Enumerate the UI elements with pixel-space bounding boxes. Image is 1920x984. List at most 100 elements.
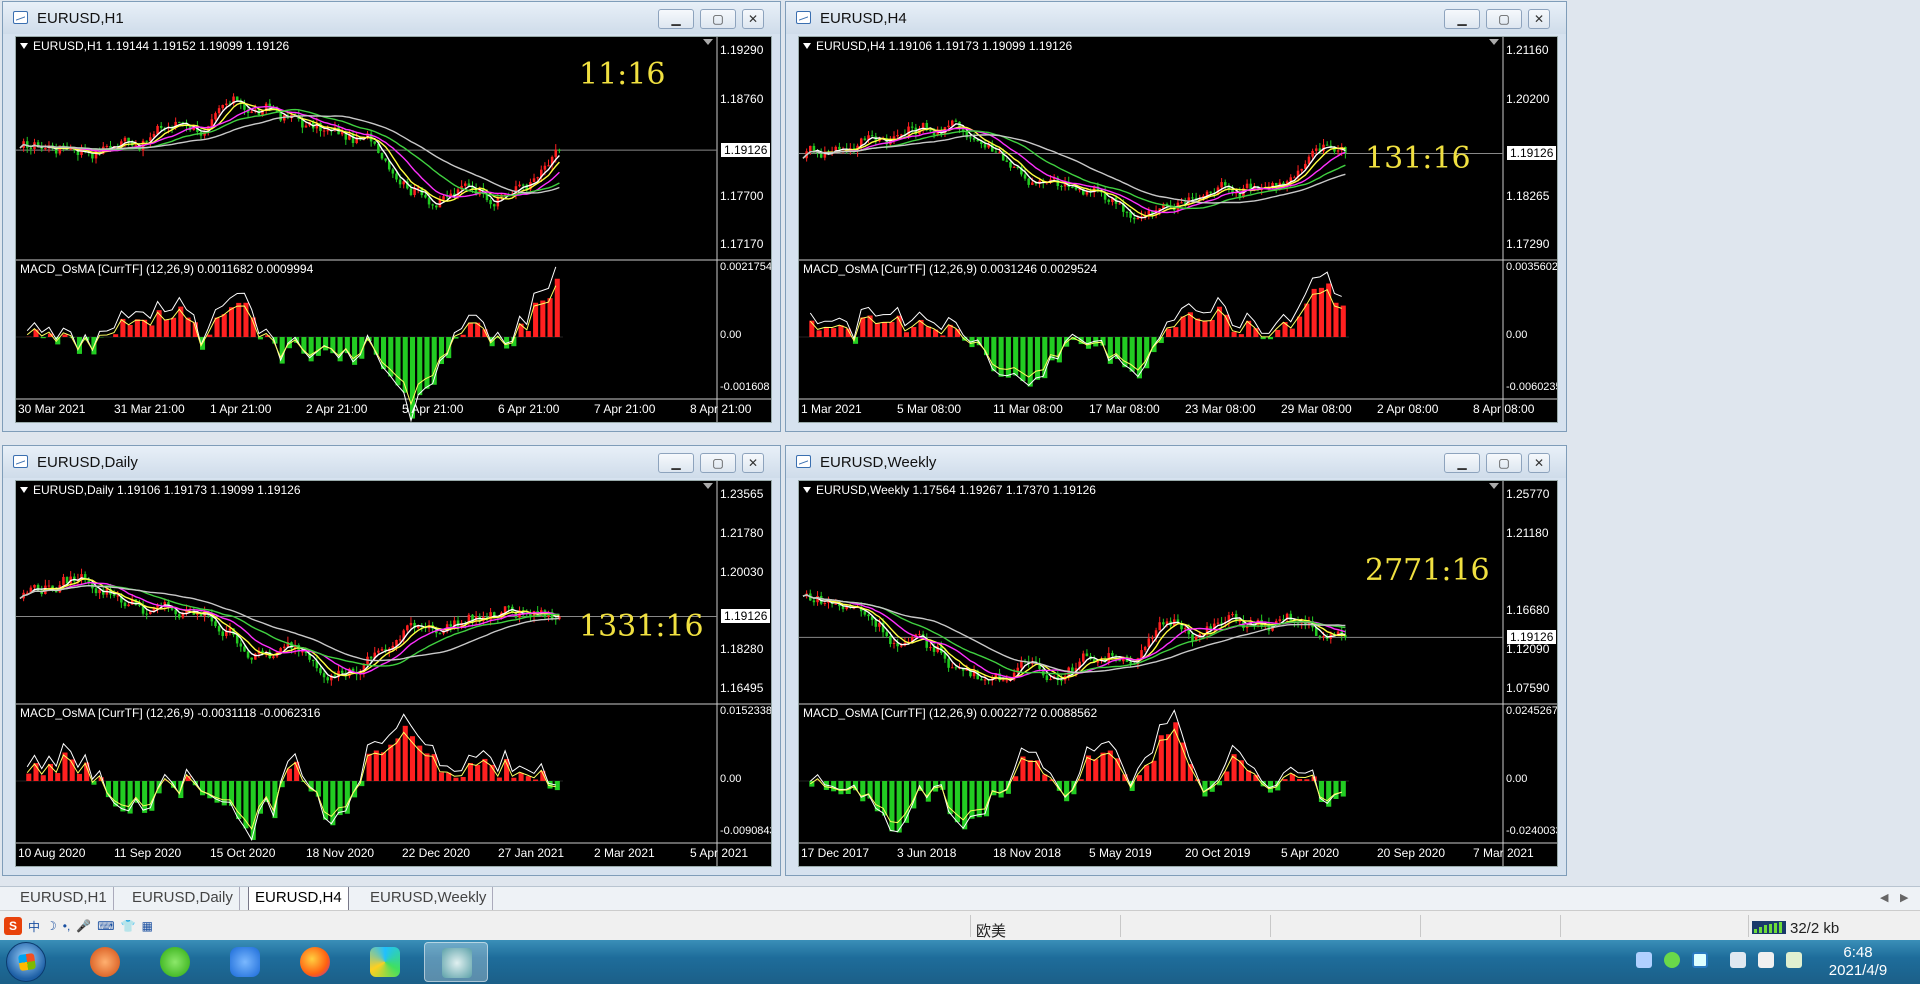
- macd-histogram-bar: [467, 762, 473, 781]
- dropdown-triangle-icon[interactable]: [803, 43, 811, 49]
- close-button[interactable]: ✕: [742, 9, 764, 29]
- macd-histogram-bar: [496, 777, 502, 781]
- taskbar-app-1[interactable]: [76, 942, 134, 982]
- price-axis-label: 1.25770: [1506, 487, 1550, 501]
- tab-scroll-right-icon[interactable]: ▶: [1900, 891, 1908, 904]
- tab-eurusd-h4[interactable]: EURUSD,H4: [248, 887, 349, 911]
- chart-area[interactable]: EURUSD,H1 1.19144 1.19152 1.19099 1.1912…: [15, 36, 772, 423]
- sogou-logo-icon[interactable]: S: [4, 917, 22, 935]
- macd-histogram-bar: [823, 328, 829, 337]
- macd-histogram-bar: [1034, 337, 1041, 380]
- chart-window-h4[interactable]: EURUSD,H4 ▁ ▢ ✕ EURUSD,H4 1.19106 1.19173…: [785, 1, 1567, 432]
- tab-eurusd-h1[interactable]: EURUSD,H1: [14, 887, 114, 911]
- moving-average-line-5: [19, 115, 560, 194]
- chart-canvas: [799, 481, 1557, 866]
- maximize-button[interactable]: ▢: [1486, 453, 1522, 473]
- candle-body: [243, 646, 246, 652]
- candle-body: [954, 667, 958, 669]
- candle-body: [1136, 217, 1140, 220]
- windows-taskbar: 6:48 2021/4/9: [0, 940, 1920, 984]
- taskbar-firefox[interactable]: [286, 942, 344, 982]
- chart-window-icon: [13, 11, 28, 24]
- toolbox-icon[interactable]: ▦: [142, 919, 153, 933]
- candle-body: [116, 595, 120, 597]
- skin-icon[interactable]: 👕: [121, 919, 136, 933]
- chart-area[interactable]: EURUSD,Daily 1.19106 1.19173 1.19099 1.1…: [15, 480, 772, 867]
- elapsed-counter-overlay: 2771:16: [1365, 553, 1490, 588]
- candle-body: [304, 125, 308, 128]
- candle-body: [994, 151, 998, 153]
- macd-axis-label: 0.0021754: [720, 261, 772, 273]
- chart-window-daily[interactable]: EURUSD,Daily ▁ ▢ ✕ EURUSD,Daily 1.19106 1…: [2, 445, 781, 876]
- window-titlebar[interactable]: EURUSD,H4 ▁ ▢ ✕: [786, 2, 1566, 34]
- maximize-button[interactable]: ▢: [700, 9, 736, 29]
- punctuation-icon[interactable]: •,: [63, 919, 71, 933]
- chart-window-h1[interactable]: EURUSD,H1 ▁ ▢ ✕ EURUSD,H1 1.19144 1.19152…: [2, 1, 781, 432]
- close-button[interactable]: ✕: [742, 453, 764, 473]
- close-button[interactable]: ✕: [1528, 9, 1550, 29]
- candle-body: [210, 119, 214, 127]
- macd-histogram-bar: [1304, 779, 1310, 781]
- macd-histogram-bar: [388, 744, 394, 781]
- time-axis-label: 7 Apr 21:00: [594, 402, 656, 416]
- moving-average-line-1: [19, 577, 560, 679]
- macd-axis-label: -0.0060235: [1506, 381, 1558, 393]
- maximize-button[interactable]: ▢: [700, 453, 736, 473]
- tray-wechat-icon[interactable]: [1664, 952, 1680, 968]
- minimize-button[interactable]: ▁: [1444, 9, 1480, 29]
- tray-network-icon[interactable]: [1730, 952, 1746, 968]
- tab-scroll-left-icon[interactable]: ◀: [1880, 891, 1888, 904]
- dropdown-triangle-icon[interactable]: [803, 487, 811, 493]
- macd-histogram-bar: [149, 781, 155, 811]
- minimize-button[interactable]: ▁: [658, 453, 694, 473]
- taskbar-wechat[interactable]: [146, 942, 204, 982]
- candle-body: [1143, 646, 1147, 651]
- chart-area[interactable]: EURUSD,H4 1.19106 1.19173 1.19099 1.1912…: [798, 36, 1558, 423]
- taskbar-mt4[interactable]: [424, 942, 488, 982]
- minimize-button[interactable]: ▁: [658, 9, 694, 29]
- status-bar: S 中 ☽ •, 🎤 ⌨ 👕 ▦ 欧美 32/2 kb: [0, 910, 1920, 940]
- chart-canvas: [799, 37, 1557, 422]
- close-button[interactable]: ✕: [1528, 453, 1550, 473]
- keyboard-icon[interactable]: ⌨: [97, 919, 114, 933]
- macd-axis-label: 0.00: [1506, 773, 1528, 785]
- candle-body: [127, 604, 130, 607]
- candle-body: [456, 620, 460, 627]
- tray-shield-icon[interactable]: [1692, 952, 1708, 968]
- macd-histogram-bar: [207, 334, 213, 337]
- tray-security-icon[interactable]: [1636, 952, 1652, 968]
- dropdown-triangle-icon[interactable]: [20, 43, 28, 49]
- chart-window-weekly[interactable]: EURUSD,Weekly ▁ ▢ ✕ EURUSD,Weekly 1.17564…: [785, 445, 1567, 876]
- candle-body: [809, 145, 812, 152]
- candle-body: [409, 622, 413, 626]
- price-axis-label: 1.07590: [1506, 681, 1550, 695]
- dropdown-triangle-icon[interactable]: [20, 487, 28, 493]
- moving-average-line-3: [802, 594, 1346, 679]
- taskbar-notes[interactable]: [216, 942, 274, 982]
- window-titlebar[interactable]: EURUSD,H1 ▁ ▢ ✕: [3, 2, 780, 34]
- taskbar-player[interactable]: [356, 942, 414, 982]
- window-titlebar[interactable]: EURUSD,Weekly ▁ ▢ ✕: [786, 446, 1566, 478]
- macd-histogram-bar: [889, 322, 895, 337]
- tray-power-icon[interactable]: [1786, 952, 1802, 968]
- microphone-icon[interactable]: 🎤: [76, 919, 91, 933]
- ohlc-text: EURUSD,Weekly 1.17564 1.19267 1.17370 1.…: [816, 483, 1096, 497]
- window-titlebar[interactable]: EURUSD,Daily ▁ ▢ ✕: [3, 446, 780, 478]
- tab-eurusd-daily[interactable]: EURUSD,Daily: [126, 887, 240, 911]
- chinese-mode-icon[interactable]: 中: [28, 918, 40, 935]
- macd-histogram-bar: [1144, 765, 1150, 781]
- start-button[interactable]: [6, 942, 46, 982]
- candle-body: [947, 125, 950, 128]
- taskbar-clock[interactable]: 6:48 2021/4/9: [1818, 944, 1898, 980]
- moving-average-line-2: [802, 126, 1346, 217]
- input-method-toolbar[interactable]: S 中 ☽ •, 🎤 ⌨ 👕 ▦: [4, 917, 153, 935]
- macd-histogram-bar: [323, 337, 329, 351]
- moon-icon[interactable]: ☽: [46, 919, 57, 933]
- chart-canvas: [16, 481, 771, 866]
- candle-body: [863, 138, 867, 141]
- maximize-button[interactable]: ▢: [1486, 9, 1522, 29]
- chart-area[interactable]: EURUSD,Weekly 1.17564 1.19267 1.17370 1.…: [798, 480, 1558, 867]
- tab-eurusd-weekly[interactable]: EURUSD,Weekly: [364, 887, 494, 911]
- minimize-button[interactable]: ▁: [1444, 453, 1480, 473]
- tray-volume-icon[interactable]: [1758, 952, 1774, 968]
